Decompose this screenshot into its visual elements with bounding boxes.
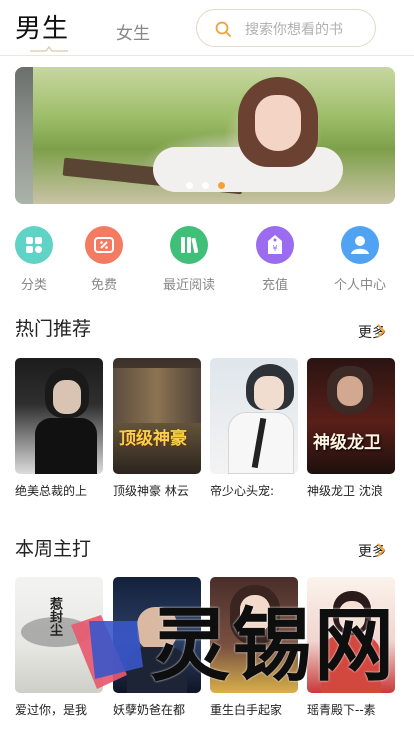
book-icon <box>170 226 208 264</box>
book-cover <box>15 358 103 474</box>
chevron-right-icon[interactable] <box>376 324 386 338</box>
watermark-text: 灵锡网 <box>150 599 396 692</box>
menu-item-recent[interactable]: 最近阅读 <box>154 226 224 293</box>
search-placeholder: 搜索你想看的书 <box>245 22 343 38</box>
section-title-hot: 热门推荐 <box>15 318 92 340</box>
menu-label: 分类 <box>20 278 47 293</box>
book-title: 顶级神豪 林云 <box>113 484 189 498</box>
ticket-icon <box>85 226 123 264</box>
book-card[interactable]: 顶级神豪 顶级神豪 林云 <box>113 358 201 499</box>
book-cover: 顶级神豪 <box>113 358 201 474</box>
menu-label: 充值 <box>261 278 288 293</box>
banner-dot[interactable] <box>202 182 209 189</box>
watermark-logo-icon <box>71 615 143 689</box>
cover-title: 惹封尘 <box>47 597 62 636</box>
top-header: 男生 女生 搜索你想看的书 <box>0 0 414 56</box>
book-title: 妖孽奶爸在都 <box>113 703 186 717</box>
banner-prev-slide <box>15 67 33 204</box>
menu-item-category[interactable]: 分类 <box>0 226 69 293</box>
menu-item-profile[interactable]: 个人中心 <box>325 226 395 293</box>
active-tab-indicator <box>30 46 68 52</box>
person-icon <box>341 226 379 264</box>
search-bar[interactable]: 搜索你想看的书 <box>196 9 376 47</box>
banner-dot-active[interactable] <box>218 182 225 189</box>
banner-figure-face <box>255 95 301 151</box>
menu-item-recharge[interactable]: ¥ 充值 <box>240 226 310 293</box>
menu-label: 最近阅读 <box>162 278 215 293</box>
tab-male[interactable]: 男生 <box>15 8 69 45</box>
book-title: 神级龙卫 沈浪 <box>307 484 383 498</box>
book-title: 爱过你，是我 <box>15 703 88 717</box>
book-title: 帝少心头宠: <box>210 484 275 498</box>
book-card[interactable]: 绝美总裁的上 <box>15 358 103 499</box>
banner-dot[interactable] <box>186 182 193 189</box>
tab-female[interactable]: 女生 <box>116 19 150 44</box>
book-title: 绝美总裁的上 <box>15 484 88 498</box>
banner-dots <box>186 182 236 190</box>
cover-title: 顶级神豪 <box>119 429 187 449</box>
book-card[interactable]: 神级龙卫 神级龙卫 沈浪 <box>307 358 395 499</box>
menu-label: 免费 <box>90 278 117 293</box>
chevron-right-icon[interactable] <box>376 543 386 557</box>
book-cover: 神级龙卫 <box>307 358 395 474</box>
svg-text:¥: ¥ <box>272 244 277 253</box>
grid-icon <box>15 226 53 264</box>
search-icon <box>215 21 231 37</box>
quick-menu: 分类 免费 最近阅读 ¥ 充值 个人中心 <box>0 226 414 296</box>
book-title: 重生白手起家 <box>210 703 283 717</box>
book-cover <box>210 358 298 474</box>
money-tag-icon: ¥ <box>256 226 294 264</box>
cover-title: 神级龙卫 <box>313 433 381 453</box>
menu-label: 个人中心 <box>333 278 386 293</box>
menu-item-free[interactable]: 免费 <box>69 226 139 293</box>
section-title-weekly: 本周主打 <box>15 538 92 560</box>
book-card[interactable]: 帝少心头宠: <box>210 358 298 499</box>
book-title: 瑶青殿下--素 <box>307 703 376 717</box>
